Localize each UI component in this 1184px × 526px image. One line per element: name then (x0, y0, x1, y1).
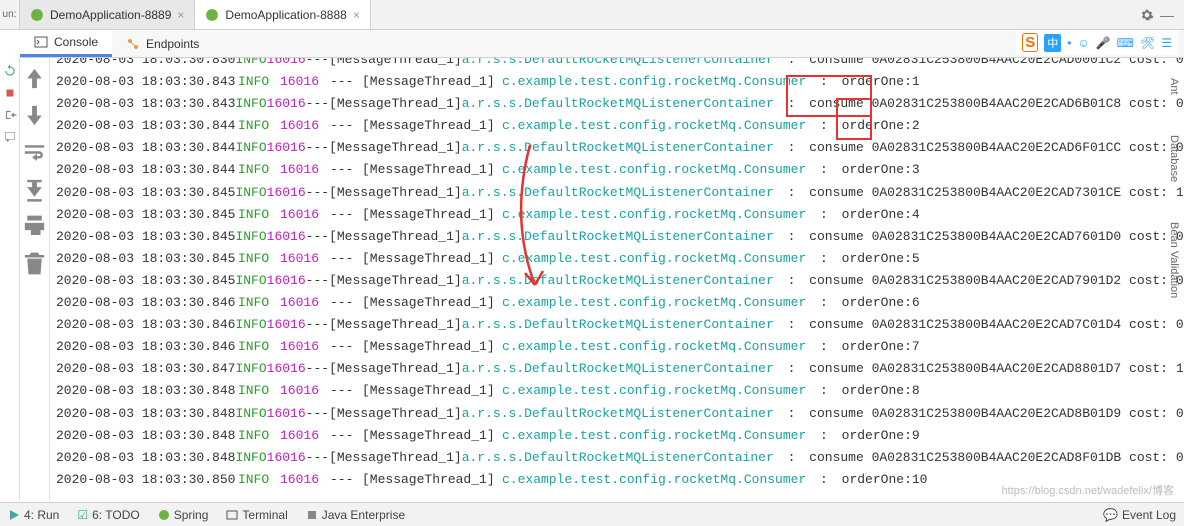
log-line: 2020-08-03 18:03:30.846INFO16016---[Mess… (56, 292, 1178, 314)
stop-icon[interactable] (3, 86, 17, 100)
log-line: 2020-08-03 18:03:30.844INFO16016---[Mess… (56, 159, 1178, 181)
clear-icon[interactable] (20, 249, 49, 278)
rerun-icon[interactable] (3, 64, 17, 78)
up-icon[interactable] (20, 64, 49, 93)
log-line: 2020-08-03 18:03:30.848INFO16016---[Mess… (56, 380, 1178, 402)
log-line: 2020-08-03 18:03:30.845INFO16016---[Mess… (56, 182, 1178, 204)
log-line: 2020-08-03 18:03:30.848INFO16016---[Mess… (56, 425, 1178, 447)
log-line: 2020-08-03 18:03:30.845INFO16016---[Mess… (56, 204, 1178, 226)
log-line: 2020-08-03 18:03:30.843INFO16016---[Mess… (56, 93, 1178, 115)
console-gutter (20, 58, 50, 500)
terminal-icon (226, 509, 238, 521)
ime-menu-icon[interactable]: ☰ (1161, 36, 1172, 50)
spring-leaf-icon (30, 8, 44, 22)
gear-icon[interactable] (1140, 8, 1154, 22)
tab-endpoints-label: Endpoints (146, 37, 199, 51)
right-tool-rail: Ant Database Bean Validation (1164, 58, 1184, 298)
log-line: 2020-08-03 18:03:30.845INFO16016---[Mess… (56, 248, 1178, 270)
bottom-spring[interactable]: Spring (158, 508, 209, 522)
bottom-todo[interactable]: ☑6: TODO (77, 508, 139, 522)
rail-ant[interactable]: Ant (1168, 78, 1180, 95)
ime-keyboard-icon[interactable]: ⌨ (1117, 36, 1134, 50)
bottom-eventlog[interactable]: 💬Event Log (1103, 508, 1176, 522)
ime-punct-icon[interactable]: • (1067, 36, 1071, 50)
run-icon (8, 509, 20, 521)
run-config-tabs: un: DemoApplication-8889×DemoApplication… (0, 0, 1184, 30)
log-line: 2020-08-03 18:03:30.844INFO16016---[Mess… (56, 115, 1178, 137)
log-line: 2020-08-03 18:03:30.843INFO16016---[Mess… (56, 71, 1178, 93)
log-line: 2020-08-03 18:03:30.846INFO16016---[Mess… (56, 314, 1178, 336)
tab-console[interactable]: Console (20, 30, 112, 57)
rail-database[interactable]: Database (1168, 135, 1180, 182)
down-icon[interactable] (20, 101, 49, 130)
bottom-terminal[interactable]: Terminal (226, 508, 287, 522)
minimize-icon[interactable]: — (1160, 7, 1174, 23)
log-line: 2020-08-03 18:03:30.846INFO16016---[Mess… (56, 336, 1178, 358)
bottom-run[interactable]: 4: Run (8, 508, 59, 522)
tab-console-label: Console (54, 35, 98, 49)
eventlog-icon: 💬 (1103, 508, 1118, 522)
bottom-toolbar: 4: Run ☑6: TODO Spring Terminal Java Ent… (0, 502, 1184, 526)
log-line: 2020-08-03 18:03:30.845INFO16016---[Mess… (56, 226, 1178, 248)
console-output[interactable]: 2020-08-03 18:03:30.830INFO16016---[Mess… (50, 58, 1184, 500)
run-tool-label: un: (0, 0, 20, 29)
log-line: 2020-08-03 18:03:30.844INFO16016---[Mess… (56, 137, 1178, 159)
dump-icon[interactable] (3, 130, 17, 144)
run-config-tab-0[interactable]: DemoApplication-8889 × (20, 0, 195, 29)
console-icon (34, 35, 48, 49)
close-icon[interactable]: × (177, 8, 184, 22)
sogou-icon[interactable]: S (1022, 33, 1038, 52)
log-line: 2020-08-03 18:03:30.848INFO16016---[Mess… (56, 403, 1178, 425)
todo-icon: ☑ (77, 508, 88, 522)
bottom-javaee[interactable]: Java Enterprise (306, 508, 405, 522)
close-icon[interactable]: × (353, 8, 360, 22)
rail-bean-validation[interactable]: Bean Validation (1168, 222, 1180, 298)
ime-voice-icon[interactable]: 🎤 (1096, 36, 1111, 50)
ime-emoji-icon[interactable]: ☺ (1077, 36, 1089, 50)
tab-endpoints[interactable]: Endpoints (112, 30, 213, 57)
run-gutter (0, 58, 20, 500)
run-sub-tabs: Console Endpoints (20, 30, 1184, 58)
endpoints-icon (126, 37, 140, 51)
top-right-controls: — (1140, 0, 1184, 29)
log-line: 2020-08-03 18:03:30.847INFO16016---[Mess… (56, 358, 1178, 380)
tab-label: DemoApplication-8888 (225, 8, 346, 22)
log-line: 2020-08-03 18:03:30.830INFO16016---[Mess… (56, 58, 1178, 71)
log-line: 2020-08-03 18:03:30.845INFO16016---[Mess… (56, 270, 1178, 292)
watermark-text: https://blog.csdn.net/wadefelix/博客 (1002, 482, 1174, 498)
run-config-tab-1[interactable]: DemoApplication-8888 × (195, 0, 370, 29)
ime-toolbox-icon[interactable]: 🛠 (1140, 36, 1155, 50)
tab-label: DemoApplication-8889 (50, 8, 171, 22)
main-area: 2020-08-03 18:03:30.830INFO16016---[Mess… (0, 58, 1184, 500)
javaee-icon (306, 509, 318, 521)
exit-icon[interactable] (3, 108, 17, 122)
scrollend-icon[interactable] (20, 175, 49, 204)
ime-chinese-icon[interactable]: 中 (1044, 34, 1061, 52)
log-line: 2020-08-03 18:03:30.848INFO16016---[Mess… (56, 447, 1178, 469)
spring-leaf-icon (205, 8, 219, 22)
print-icon[interactable] (20, 212, 49, 241)
ime-toolbar: S 中 • ☺ 🎤 ⌨ 🛠 ☰ (1016, 30, 1178, 55)
softwrap-icon[interactable] (20, 138, 49, 167)
spring-icon (158, 509, 170, 521)
